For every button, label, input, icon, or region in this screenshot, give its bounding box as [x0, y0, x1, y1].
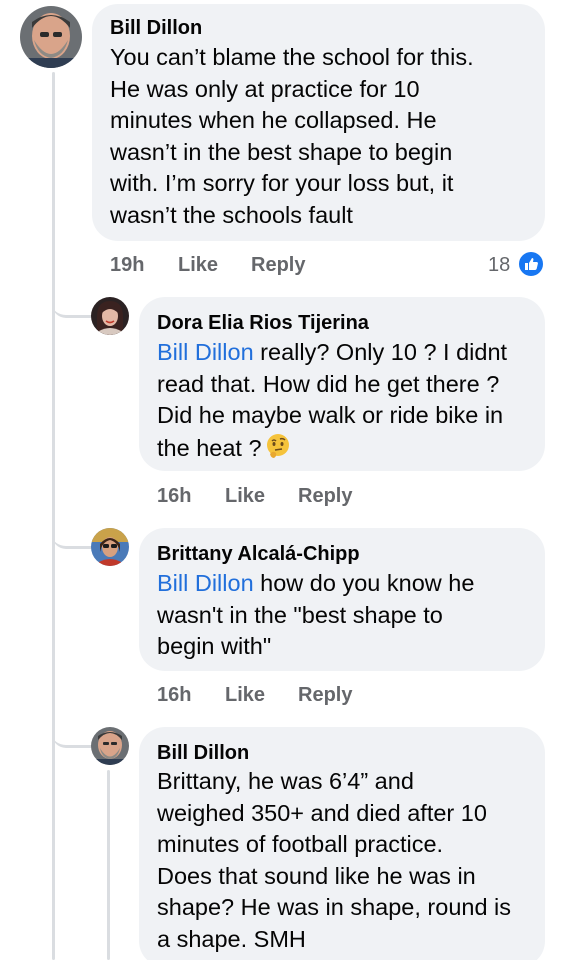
thread-elbow-reply-2	[52, 521, 92, 549]
comment-text-line: minutes when he collapsed. He	[110, 107, 437, 133]
comment-text-line: read that. How did he get there ?	[157, 370, 500, 397]
comment-text: Bill Dillon really? Only 10 ? I didnt re…	[157, 337, 507, 464]
comment-actions: 16h Like Reply	[157, 684, 377, 708]
thread-elbow-reply-3	[52, 720, 92, 748]
comment-author[interactable]: Dora Elia Rios Tijerina	[157, 311, 369, 335]
comment-text-line: minutes of football practice.	[157, 831, 444, 857]
comment-text-line: Does that sound like he was in	[157, 862, 476, 889]
woman-sunglasses-avatar[interactable]	[91, 528, 129, 566]
woman-avatar[interactable]	[91, 297, 129, 335]
comment-text-line: wasn't in the "best shape to	[157, 601, 443, 628]
comment-actions: 16h Like Reply	[157, 485, 377, 509]
comment-text-line: wasn’t the schools fault	[110, 201, 353, 228]
comment-text: Bill Dillon how do you know he wasn't in…	[157, 568, 474, 663]
comment-text-line: shape? He was in shape, round is	[157, 894, 512, 920]
comment-author[interactable]: Bill Dillon	[157, 741, 249, 765]
like-button[interactable]: Like	[178, 254, 218, 277]
comment-text-line: You can’t blame the school for this.	[110, 44, 474, 70]
comment-text-segment: the heat ?	[157, 434, 262, 461]
comment-text-segment: really? Only 10 ? I didnt	[253, 339, 508, 365]
comment-text-line: the heat ?	[157, 432, 507, 465]
like-button[interactable]: Like	[225, 485, 265, 508]
bearded-man-avatar[interactable]	[91, 727, 129, 765]
comment-text-line: with. I’m sorry for your loss but, it	[110, 170, 454, 196]
comment-text: You can’t blame the school for this. He …	[110, 42, 474, 231]
comment-text-line: begin with"	[157, 633, 272, 659]
comment-timestamp[interactable]: 16h	[157, 684, 191, 707]
reply-button[interactable]: Reply	[298, 684, 352, 707]
like-button[interactable]: Like	[225, 684, 265, 707]
comment-text-line: Did he maybe walk or ride bike in	[157, 402, 504, 428]
comment-timestamp[interactable]: 19h	[110, 254, 144, 277]
comment-author[interactable]: Brittany Alcalá-Chipp	[157, 542, 360, 566]
comment-actions: 19h Like Reply	[110, 254, 370, 278]
comment-text-segment: how do you know he	[253, 570, 475, 596]
thread-elbow-reply-1	[52, 290, 92, 318]
comment-text-line: weighed 350+ and died after 10	[157, 799, 487, 826]
comment-text-line: Bill Dillon how do you know he	[157, 568, 474, 600]
comment-timestamp[interactable]: 16h	[157, 485, 191, 508]
thread-line-reply	[107, 770, 110, 960]
comment-text-line: wasn’t in the best shape to begin	[110, 138, 453, 165]
reaction-count[interactable]: 18	[488, 254, 510, 277]
comment-text-line: He was only at practice for 10	[110, 75, 420, 102]
bearded-man-avatar[interactable]	[20, 6, 82, 68]
thread-line-main	[52, 72, 55, 960]
comment-text-line: Brittany, he was 6’4” and	[157, 768, 414, 794]
reply-button[interactable]: Reply	[298, 485, 352, 508]
comment-author[interactable]: Bill Dillon	[110, 16, 202, 40]
mention-link[interactable]: Bill Dillon	[157, 339, 254, 365]
comment-text-line: a shape. SMH	[157, 925, 306, 952]
comment-text-line: Bill Dillon really? Only 10 ? I didnt	[157, 337, 507, 369]
mention-link[interactable]: Bill Dillon	[157, 570, 254, 596]
thinking-face-emoji	[264, 432, 292, 460]
reply-button[interactable]: Reply	[251, 254, 305, 277]
thumbs-up-icon[interactable]	[517, 250, 545, 278]
comment-text: Brittany, he was 6’4” and weighed 350+ a…	[157, 766, 511, 955]
